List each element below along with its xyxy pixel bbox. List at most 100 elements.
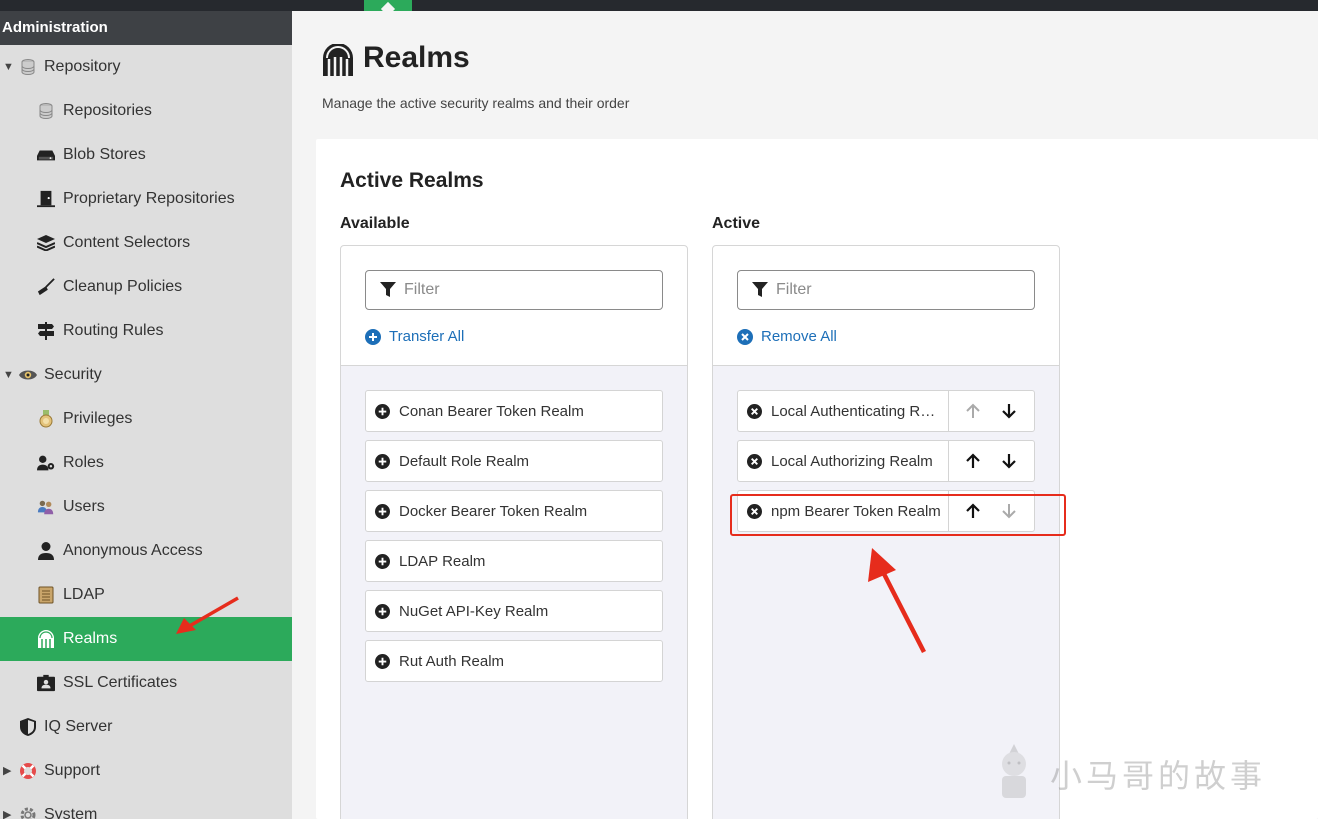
page-subtitle: Manage the active security realms and th… (322, 95, 630, 111)
sidebar-item-label: System (44, 806, 98, 819)
remove-all-button[interactable]: Remove All (737, 328, 837, 345)
caret-down-icon[interactable]: ▼ (3, 45, 14, 89)
sidebar-item-security[interactable]: ▼ Security (0, 353, 292, 397)
arrow-up-icon (966, 503, 980, 518)
sidebar-item-label: Cleanup Policies (63, 278, 183, 295)
sidebar-item-realms[interactable]: Realms (0, 617, 292, 661)
realm-label: LDAP Realm (399, 553, 486, 570)
move-up-button[interactable] (961, 449, 985, 473)
mascot-icon (1002, 744, 1026, 798)
available-realm-item[interactable]: Docker Bearer Token Realm (365, 490, 663, 532)
active-filter-input[interactable] (776, 279, 1026, 301)
move-down-button[interactable] (997, 449, 1021, 473)
sidebar-item-routing-rules[interactable]: Routing Rules (0, 309, 292, 353)
sidebar-item-privileges[interactable]: Privileges (0, 397, 292, 441)
move-down-button[interactable] (997, 399, 1021, 423)
sidebar-item-cleanup-policies[interactable]: Cleanup Policies (0, 265, 292, 309)
plus-circle-icon[interactable] (375, 454, 390, 469)
shield-icon (19, 718, 37, 736)
sidebar-item-proprietary-repositories[interactable]: Proprietary Repositories (0, 177, 292, 221)
active-realm-item[interactable]: Local Authorizing Realm (737, 440, 1035, 482)
sidebar-item-blob-stores[interactable]: Blob Stores (0, 133, 292, 177)
sidebar-item-users[interactable]: Users (0, 485, 292, 529)
plus-circle-icon[interactable] (375, 604, 390, 619)
caret-right-icon[interactable]: ▶ (3, 749, 11, 793)
sidebar-item-label: Content Selectors (63, 234, 191, 251)
gear-icon (19, 807, 37, 819)
move-down-button[interactable] (997, 499, 1021, 523)
plus-circle-icon[interactable] (375, 404, 390, 419)
sidebar-item-roles[interactable]: Roles (0, 441, 292, 485)
realm-label: Local Authorizing Realm (771, 453, 933, 470)
sidebar-item-label: Privileges (63, 410, 133, 427)
remove-circle-icon[interactable] (747, 504, 762, 519)
sidebar-item-content-selectors[interactable]: Content Selectors (0, 221, 292, 265)
remove-circle-icon[interactable] (747, 454, 762, 469)
sidebar-item-ssl-certificates[interactable]: SSL Certificates (0, 661, 292, 705)
filter-icon (380, 282, 396, 297)
sidebar-item-repository[interactable]: ▼ Repository (0, 45, 292, 89)
lifebuoy-icon (19, 763, 37, 779)
available-realm-item[interactable]: Rut Auth Realm (365, 640, 663, 682)
layers-icon (37, 235, 55, 251)
sidebar-item-label: Support (44, 762, 101, 779)
sidebar-item-label: IQ Server (44, 718, 113, 735)
user-gear-icon (37, 455, 55, 471)
caret-right-icon[interactable]: ▶ (3, 793, 11, 819)
available-realm-item[interactable]: Conan Bearer Token Realm (365, 390, 663, 432)
sidebar-item-anonymous-access[interactable]: Anonymous Access (0, 529, 292, 573)
top-nav-active-tab[interactable] (364, 0, 412, 11)
signpost-icon (37, 322, 55, 340)
available-filter-input[interactable] (404, 279, 654, 301)
sidebar: Administration ▼ Repository Repositories… (0, 11, 292, 819)
eye-icon (19, 367, 37, 383)
broom-icon (37, 278, 55, 296)
arrow-down-icon (1002, 504, 1016, 519)
realm-gate-icon (323, 44, 353, 76)
page-title: Realms (363, 41, 470, 74)
available-realm-item[interactable]: NuGet API-Key Realm (365, 590, 663, 632)
active-filter[interactable] (737, 270, 1035, 310)
available-panel-header: Transfer All (341, 246, 687, 366)
active-panel: Remove All Local Authenticating Realm (712, 245, 1060, 819)
top-bar (0, 0, 1318, 11)
plus-circle-icon[interactable] (375, 554, 390, 569)
sidebar-item-ldap[interactable]: LDAP (0, 573, 292, 617)
sidebar-item-label: LDAP (63, 586, 105, 603)
plus-circle-icon[interactable] (375, 504, 390, 519)
realm-label: Conan Bearer Token Realm (399, 403, 584, 420)
sidebar-item-label: Realms (63, 630, 118, 647)
available-panel: Transfer All Conan Bearer Token Realm De… (340, 245, 688, 819)
remove-circle-icon[interactable] (747, 404, 762, 419)
plus-circle-icon (365, 328, 381, 345)
sidebar-item-system[interactable]: ▶ System (0, 793, 292, 819)
arrow-down-icon (1002, 404, 1016, 419)
database-icon (37, 103, 55, 119)
sidebar-item-label: Proprietary Repositories (63, 190, 235, 207)
active-realms-card: Active Realms Available Transfer All Con… (316, 139, 1318, 819)
sidebar-item-iq-server[interactable]: IQ Server (0, 705, 292, 749)
book-icon (37, 586, 55, 604)
reorder-buttons (948, 441, 1034, 481)
active-realm-item[interactable]: npm Bearer Token Realm (737, 490, 1035, 532)
watermark: 小马哥的故事 (988, 742, 1266, 806)
available-realm-item[interactable]: Default Role Realm (365, 440, 663, 482)
hdd-icon (37, 147, 55, 163)
active-realm-item[interactable]: Local Authenticating Realm (737, 390, 1035, 432)
available-realm-item[interactable]: LDAP Realm (365, 540, 663, 582)
sidebar-item-label: Repository (44, 58, 121, 75)
filter-icon (752, 282, 768, 297)
active-label: Active (712, 215, 761, 232)
move-up-button[interactable] (961, 499, 985, 523)
available-filter[interactable] (365, 270, 663, 310)
sidebar-item-support[interactable]: ▶ Support (0, 749, 292, 793)
realm-label: NuGet API-Key Realm (399, 603, 549, 620)
plus-circle-icon[interactable] (375, 654, 390, 669)
main-content: Realms Manage the active security realms… (292, 11, 1318, 819)
sidebar-item-repositories[interactable]: Repositories (0, 89, 292, 133)
transfer-all-button[interactable]: Transfer All (365, 328, 464, 345)
caret-down-icon[interactable]: ▼ (3, 353, 14, 397)
active-panel-header: Remove All (713, 246, 1059, 366)
database-icon (19, 59, 37, 75)
move-up-button[interactable] (961, 399, 985, 423)
